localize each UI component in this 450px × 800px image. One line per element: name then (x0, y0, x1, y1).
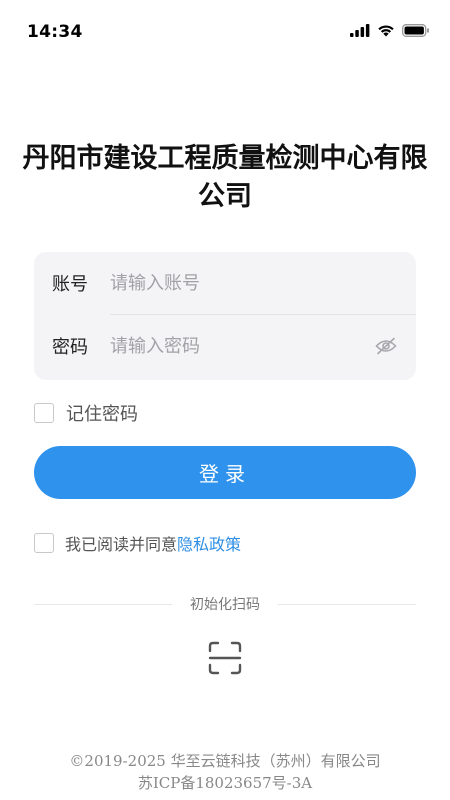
account-row: 账号 (34, 252, 416, 314)
page-title: 丹阳市建设工程质量检测中心有限公司 (22, 143, 428, 212)
privacy-agreement-row: 我已阅读并同意 隐私政策 (34, 531, 241, 555)
privacy-policy-link[interactable]: 隐私政策 (177, 531, 241, 555)
remember-password-label[interactable]: 记住密码 (66, 400, 138, 426)
password-label: 密码 (52, 337, 88, 358)
signal-icon (350, 24, 370, 37)
password-visibility-toggle[interactable] (356, 326, 416, 366)
password-row: 密码 (34, 315, 416, 377)
footer-icp: 苏ICP备18023657号-3A (137, 774, 313, 792)
divider-line-left (34, 603, 172, 605)
remember-password-row[interactable]: 记住密码 (34, 400, 138, 426)
wifi-icon (378, 25, 394, 37)
privacy-agreement-checkbox[interactable] (34, 533, 54, 553)
init-scan-button[interactable] (207, 640, 243, 676)
status-time: 14:34 (27, 22, 83, 42)
login-button[interactable]: 登录 (34, 446, 416, 499)
account-input[interactable] (110, 263, 416, 303)
password-input[interactable] (110, 326, 356, 366)
divider-line-right (278, 603, 416, 605)
eye-hidden-icon (375, 337, 397, 355)
init-scan-divider: 初始化扫码 (34, 594, 416, 614)
init-scan-label: 初始化扫码 (190, 597, 260, 613)
status-bar: 14:34 (0, 0, 450, 64)
agreement-text: 我已阅读并同意 (65, 535, 178, 554)
remember-password-checkbox[interactable] (34, 403, 54, 423)
battery-icon (402, 24, 429, 37)
scan-icon (208, 641, 242, 675)
footer-copyright: ©2019-2025 华至云链科技（苏州）有限公司 (69, 752, 381, 770)
status-icons (350, 24, 430, 37)
login-form-card: 账号 密码 (34, 252, 416, 380)
account-label: 账号 (52, 274, 88, 295)
